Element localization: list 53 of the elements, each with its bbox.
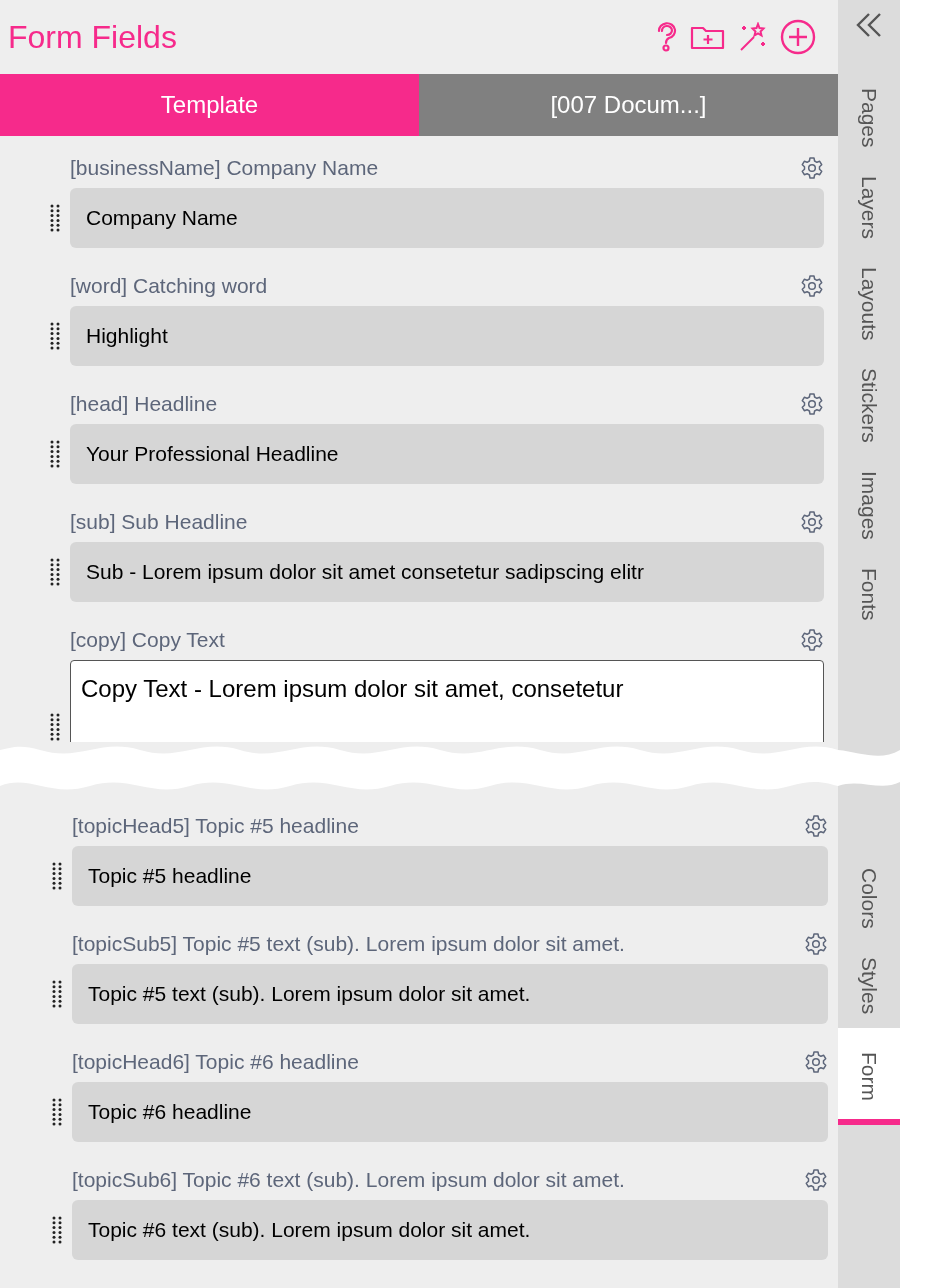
field-label: [topicSub6] Topic #6 text (sub). Lorem ipsum dolor sit amet. bbox=[72, 1167, 625, 1194]
side-tab[interactable]: Layers bbox=[838, 161, 900, 253]
field-label: [sub] Sub Headline bbox=[70, 509, 248, 536]
input-field[interactable]: Topic #5 headline bbox=[72, 846, 828, 906]
settings-icon[interactable] bbox=[800, 274, 824, 298]
tab[interactable]: [007 Docum...] bbox=[419, 74, 838, 136]
drag-handle-icon[interactable] bbox=[49, 440, 61, 468]
drag-handle-icon[interactable] bbox=[51, 980, 63, 1008]
input-field[interactable]: Sub - Lorem ipsum dolor sit amet consetetur sadipscing elitr bbox=[70, 542, 824, 602]
input-field[interactable]: Highlight bbox=[70, 306, 824, 366]
add-circle-icon[interactable] bbox=[780, 19, 816, 55]
field-label: [copy] Copy Text bbox=[70, 627, 225, 654]
drag-handle-icon[interactable] bbox=[51, 862, 63, 890]
drag-handle-icon[interactable] bbox=[51, 1098, 63, 1126]
field-label: [head] Headline bbox=[70, 391, 218, 418]
field-label: [topicHead6] Topic #6 headline bbox=[72, 1049, 359, 1076]
panel-title: Form Fields bbox=[8, 18, 177, 57]
side-tab[interactable]: Images bbox=[838, 456, 900, 554]
input-field[interactable]: Topic #6 text (sub). Lorem ipsum dolor sit amet. bbox=[72, 1200, 828, 1260]
side-tab[interactable]: Styles bbox=[838, 942, 900, 1028]
input-field[interactable]: Topic #5 text (sub). Lorem ipsum dolor sit amet. bbox=[72, 964, 828, 1024]
drag-handle-icon[interactable] bbox=[49, 204, 61, 232]
drag-handle-icon[interactable] bbox=[49, 322, 61, 350]
side-tab[interactable]: Pages bbox=[838, 74, 900, 162]
side-tab[interactable]: Colors bbox=[838, 854, 900, 943]
drag-handle-icon[interactable] bbox=[49, 558, 61, 586]
input-field[interactable]: Your Professional Headline bbox=[70, 424, 824, 484]
settings-icon[interactable] bbox=[804, 1050, 828, 1074]
side-tab[interactable]: Fonts bbox=[838, 553, 900, 635]
side-tab[interactable]: Stickers bbox=[838, 354, 900, 457]
drag-handle-icon[interactable] bbox=[51, 1216, 63, 1244]
input-field[interactable]: Topic #6 headline bbox=[72, 1082, 828, 1142]
folder-plus-icon[interactable] bbox=[690, 24, 726, 50]
magic-wand-icon[interactable] bbox=[738, 22, 768, 52]
side-tab[interactable]: Layouts bbox=[838, 252, 900, 355]
settings-icon[interactable] bbox=[800, 510, 824, 534]
settings-icon[interactable] bbox=[804, 814, 828, 838]
drag-handle-icon[interactable] bbox=[49, 713, 61, 741]
input-field[interactable]: Company Name bbox=[70, 188, 824, 248]
field-label: [businessName] Company Name bbox=[70, 155, 379, 182]
settings-icon[interactable] bbox=[800, 156, 824, 180]
side-tab[interactable]: Form bbox=[838, 1027, 900, 1125]
text-area[interactable]: Copy Text - Lorem ipsum dolor sit amet, consetetur bbox=[70, 660, 824, 742]
collapse-icon[interactable] bbox=[855, 12, 883, 38]
help-icon[interactable] bbox=[656, 22, 678, 52]
field-label: [topicHead5] Topic #5 headline bbox=[72, 813, 359, 840]
tab[interactable]: Template bbox=[0, 74, 419, 136]
settings-icon[interactable] bbox=[800, 392, 824, 416]
settings-icon[interactable] bbox=[804, 932, 828, 956]
field-label: [word] Catching word bbox=[70, 273, 268, 300]
settings-icon[interactable] bbox=[800, 628, 824, 652]
settings-icon[interactable] bbox=[804, 1168, 828, 1192]
field-label: [topicSub5] Topic #5 text (sub). Lorem ipsum dolor sit amet. bbox=[72, 931, 625, 958]
